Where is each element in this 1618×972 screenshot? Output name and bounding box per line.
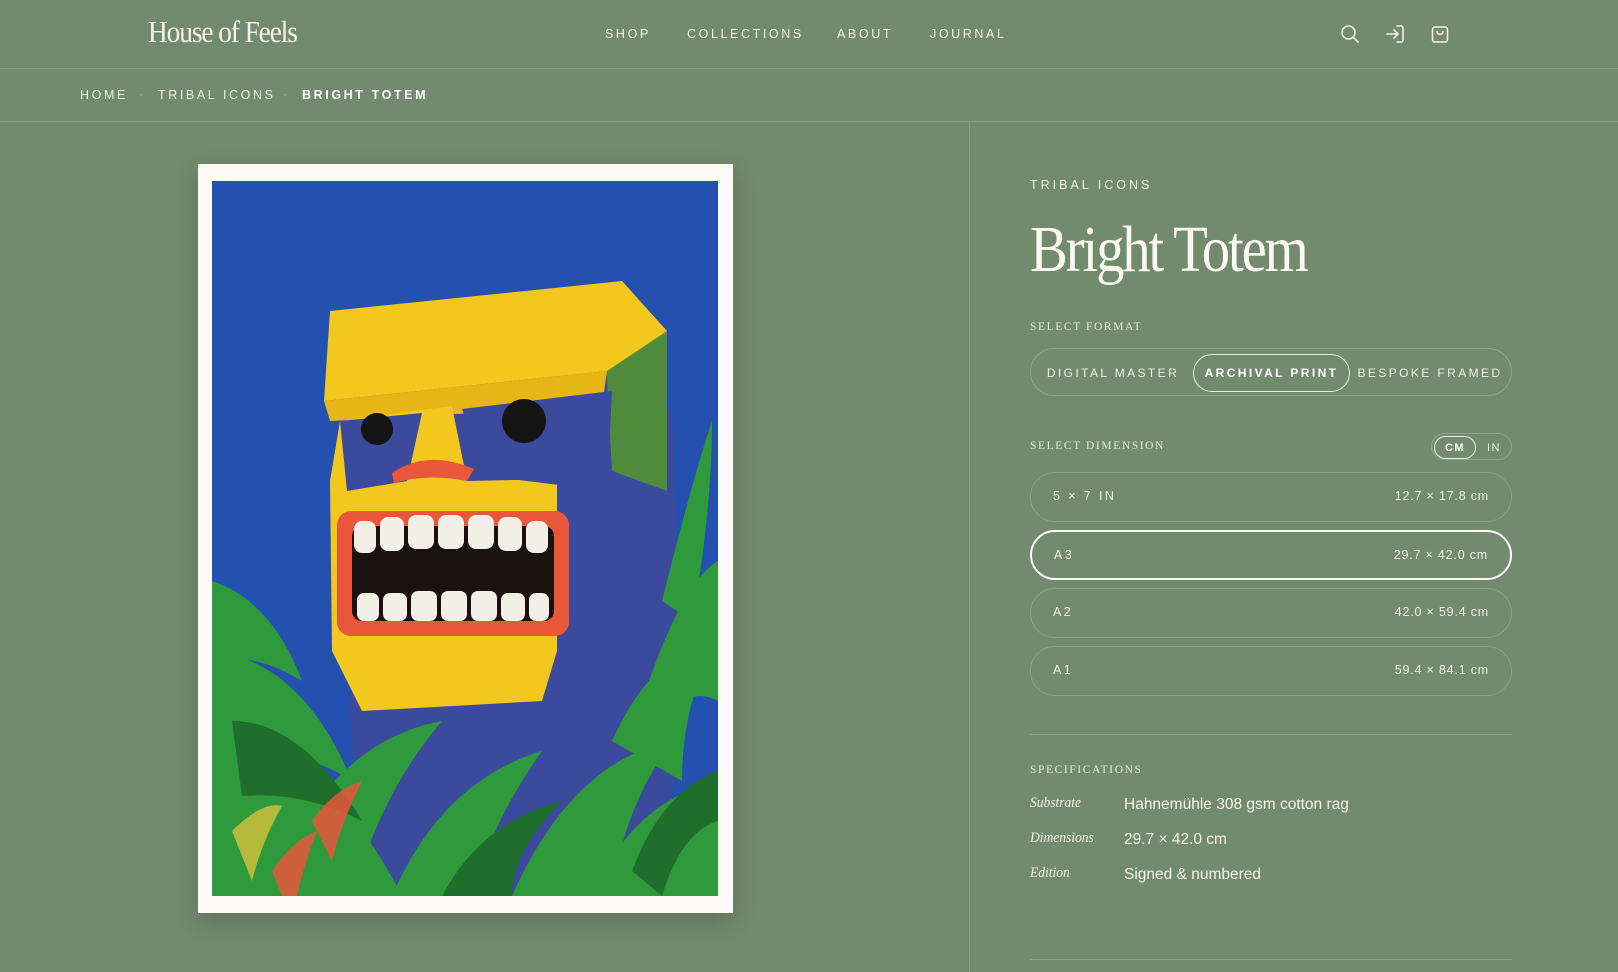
spec-value-edition: Signed & numbered (1124, 866, 1262, 883)
spec-key-substrate: Substrate (1030, 795, 1082, 811)
nav-shop[interactable]: SHOP (605, 27, 651, 41)
shopping-bag-icon[interactable] (1428, 22, 1452, 46)
breadcrumb-home[interactable]: HOME (80, 88, 128, 102)
breadcrumb-current: BRIGHT TOTEM (302, 88, 429, 102)
breadcrumb-separator: · (283, 87, 287, 101)
dimension-name: A2 (1053, 605, 1074, 619)
breadcrumb-tribal-icons[interactable]: TRIBAL ICONS (158, 88, 276, 102)
artwork-image[interactable] (212, 181, 718, 896)
dimension-name: A1 (1053, 663, 1074, 677)
dimension-name: A3 (1054, 548, 1075, 562)
spec-key-dimensions: Dimensions (1030, 830, 1094, 846)
unit-cm[interactable]: CM (1434, 436, 1476, 459)
section-divider (1030, 734, 1512, 735)
search-icon[interactable] (1338, 22, 1362, 46)
sign-in-icon[interactable] (1383, 22, 1407, 46)
format-option-digital-master[interactable]: DIGITAL MASTER (1037, 354, 1189, 392)
dimension-size: 42.0 × 59.4 cm (1394, 605, 1489, 619)
format-label: SELECT FORMAT (1030, 321, 1143, 333)
unit-in[interactable]: IN (1478, 436, 1510, 459)
specifications-label: SPECIFICATIONS (1030, 764, 1143, 776)
main-nav: SHOP COLLECTIONS ABOUT JOURNAL (0, 27, 1618, 43)
format-option-archival-print[interactable]: ARCHIVAL PRINT (1193, 354, 1350, 392)
column-divider (969, 122, 970, 972)
dimension-option-a2[interactable]: A2 42.0 × 59.4 cm (1030, 588, 1512, 638)
dimension-label: SELECT DIMENSION (1030, 440, 1165, 452)
dimension-name: 5 × 7 IN (1053, 489, 1117, 503)
breadcrumb: HOME · TRIBAL ICONS · BRIGHT TOTEM (0, 69, 1618, 122)
spec-key-edition: Edition (1030, 865, 1070, 881)
artwork-frame (198, 164, 733, 913)
format-option-bespoke-framed[interactable]: BESPOKE FRAMED (1354, 354, 1506, 392)
section-divider (1030, 959, 1512, 960)
nav-journal[interactable]: JOURNAL (930, 27, 1007, 41)
dimension-size: 12.7 × 17.8 cm (1394, 489, 1489, 503)
spec-value-dimensions: 29.7 × 42.0 cm (1124, 831, 1227, 848)
breadcrumb-separator: · (139, 87, 143, 101)
unit-toggle: CM IN (1431, 433, 1512, 460)
dimension-size: 59.4 × 84.1 cm (1394, 663, 1489, 677)
site-header: House of Feels SHOP COLLECTIONS ABOUT JO… (0, 0, 1618, 69)
spec-value-substrate: Hahnemühle 308 gsm cotton rag (1124, 796, 1349, 813)
product-title: Bright Totem (1030, 213, 1309, 286)
dimension-option-a3[interactable]: A3 29.7 × 42.0 cm (1030, 530, 1512, 580)
dimension-size: 29.7 × 42.0 cm (1393, 548, 1488, 562)
nav-about[interactable]: ABOUT (837, 27, 893, 41)
format-selector: DIGITAL MASTER ARCHIVAL PRINT BESPOKE FR… (1030, 348, 1512, 396)
nav-collections[interactable]: COLLECTIONS (687, 27, 804, 41)
collection-eyebrow: TRIBAL ICONS (1030, 178, 1153, 192)
dimension-option-5x7[interactable]: 5 × 7 IN 12.7 × 17.8 cm (1030, 472, 1512, 522)
dimension-option-a1[interactable]: A1 59.4 × 84.1 cm (1030, 646, 1512, 696)
